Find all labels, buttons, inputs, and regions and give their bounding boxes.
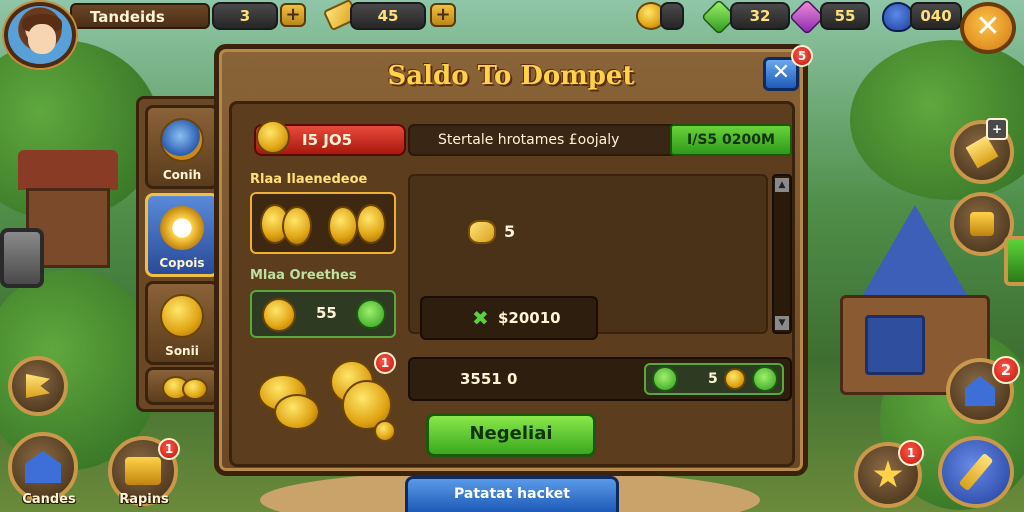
green-orb-icon <box>356 299 386 329</box>
player-name: Tandeids <box>70 3 210 29</box>
scrollbar[interactable]: ▲ ▼ <box>772 174 792 334</box>
close-game-button[interactable]: ✕ <box>960 2 1016 54</box>
chest-icon <box>970 212 994 236</box>
side-button-flag[interactable] <box>8 356 68 416</box>
green-orb-icon <box>752 366 778 392</box>
compass-coin-icon <box>160 118 204 162</box>
potion-value: 040 <box>910 2 962 30</box>
clock-icon <box>160 206 204 250</box>
coin-icon <box>274 394 320 430</box>
wallet-transfer-dialog: Saldo To Dompet ✕ 5 I5 JO5 Stertale hrot… <box>214 44 813 476</box>
coin-icon <box>160 294 204 338</box>
coin-icon <box>282 206 312 246</box>
tab-label: Copois <box>159 256 205 270</box>
coin-icon <box>374 420 396 442</box>
side-button-pencil[interactable] <box>0 228 44 288</box>
dialog-close-badge: 5 <box>791 45 813 67</box>
amount-value: $20010 <box>498 309 561 327</box>
total-value: 3551 0 <box>460 370 518 388</box>
section-label-1: Rlaa Ilaenedeoe <box>250 172 368 187</box>
purple-gem-value: 55 <box>820 2 870 30</box>
bottom-tab-button[interactable]: Patatat hacket <box>405 476 619 512</box>
coin-pile-badge: 1 <box>374 352 396 374</box>
house-roof <box>18 150 118 190</box>
coin-icon <box>328 206 358 246</box>
tab-conih[interactable]: Conih <box>145 105 219 189</box>
scroll-down-arrow[interactable]: ▼ <box>775 316 789 330</box>
gold-nugget-icon <box>468 220 496 244</box>
player-avatar[interactable] <box>4 2 76 68</box>
treasure-box-icon <box>125 457 161 485</box>
flag-icon <box>26 374 50 398</box>
tab-coins-stack[interactable] <box>145 367 219 405</box>
section-label-2: Mlaa Oreethes <box>250 268 357 283</box>
resource-2-value: 45 <box>350 2 426 30</box>
green-orb-icon <box>652 366 678 392</box>
dialog-title: Saldo To Dompet <box>387 61 635 91</box>
resource-1-value: 3 <box>212 2 278 30</box>
house-icon <box>965 376 995 406</box>
coins-stack-icon <box>182 378 208 400</box>
apps-label: Rapins <box>119 492 169 507</box>
green-gem-value: 32 <box>730 2 790 30</box>
confirm-button[interactable]: Negeliai <box>426 413 596 457</box>
tab-copois[interactable]: Copois <box>145 193 219 277</box>
ticket-icon <box>965 135 999 169</box>
cards-label: Candes <box>22 492 76 507</box>
transfer-row: Stertale hrotames £oojaly I/S5 0200M <box>408 124 792 156</box>
house-door <box>865 315 925 375</box>
coin-option-1[interactable] <box>250 192 396 254</box>
resource-2-plus-button[interactable]: + <box>430 3 456 27</box>
transfer-value: I/S5 0200M <box>670 124 792 156</box>
cross-icon: ✖ <box>472 306 489 330</box>
amount-field[interactable]: ✖ $20010 <box>420 296 598 340</box>
coin-icon <box>256 120 290 154</box>
top-bar: Tandeids 3 + 45 + 32 55 040 <box>0 0 1024 36</box>
tab-label: Conih <box>162 168 202 182</box>
apps-badge: 1 <box>158 438 180 460</box>
coin-icon <box>356 204 386 244</box>
house-card-icon <box>25 451 61 483</box>
transfer-label: Stertale hrotames £oojaly <box>438 132 620 148</box>
nugget-value: 5 <box>504 222 516 241</box>
star-badge: 1 <box>898 440 924 466</box>
magic-wand-icon <box>958 452 994 492</box>
option-2-value: 55 <box>316 304 337 322</box>
side-button-magic[interactable] <box>938 436 1014 508</box>
avatar-face <box>28 24 56 54</box>
total-green-box: 5 <box>644 363 784 395</box>
coin-icon <box>262 298 296 332</box>
total-green-value: 5 <box>708 371 718 387</box>
dialog-content: I5 JO5 Stertale hrotames £oojaly I/S5 02… <box>229 101 795 467</box>
tab-label: Sonii <box>165 344 199 358</box>
house-badge: 2 <box>992 356 1020 384</box>
scroll-up-arrow[interactable]: ▲ <box>775 178 789 192</box>
coin-option-2[interactable]: 55 <box>250 290 396 338</box>
coin-icon <box>724 368 746 390</box>
resource-1-plus-button[interactable]: + <box>280 3 306 27</box>
reward-panel: 5 ✖ $20010 <box>408 174 768 340</box>
total-row: 3551 0 5 <box>408 357 792 401</box>
ticket-plus-badge: + <box>986 118 1008 140</box>
tab-sonii[interactable]: Sonii <box>145 281 219 365</box>
resource-3-value <box>660 2 684 30</box>
side-button-edge[interactable] <box>1004 236 1024 286</box>
star-icon <box>873 460 903 488</box>
modal-tab-column: Conih Copois Sonii <box>136 96 222 412</box>
